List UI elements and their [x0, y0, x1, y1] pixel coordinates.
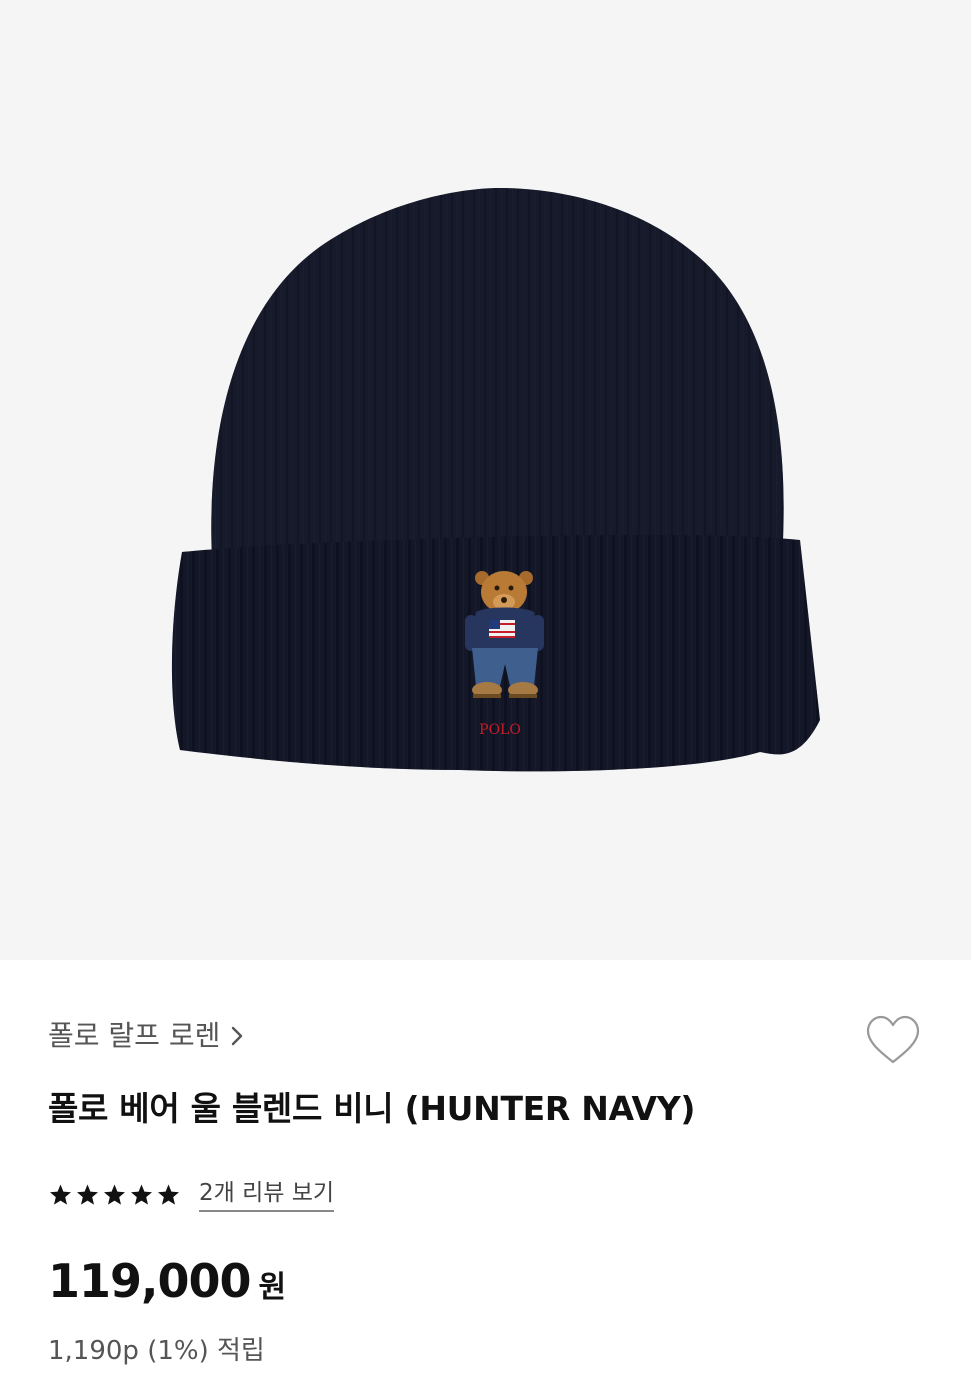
chevron-right-icon	[232, 1026, 243, 1046]
star-icon	[50, 1184, 71, 1205]
wishlist-button[interactable]	[864, 1014, 922, 1068]
star-icon	[158, 1184, 179, 1205]
beanie-illustration: POLO	[171, 188, 820, 772]
review-link[interactable]: 2개 리뷰 보기	[199, 1177, 335, 1212]
product-detail-page: POLO 폴로 랄프 로렌 폴로 베어 울 블렌드 비니 (HUNTER NAV…	[0, 0, 971, 1388]
product-image[interactable]: POLO	[0, 0, 971, 960]
price-unit: 원	[258, 1270, 287, 1305]
price-value: 119,000	[48, 1254, 252, 1308]
price: 119,000 원	[48, 1254, 286, 1308]
reward-points: 1,190p (1%) 적립	[48, 1336, 265, 1366]
star-icon	[131, 1184, 152, 1205]
heart-outline-icon	[866, 1015, 920, 1064]
rating-stars	[48, 1183, 181, 1207]
star-icon	[77, 1184, 98, 1205]
polo-logo-text: POLO	[479, 722, 521, 738]
product-title: 폴로 베어 울 블렌드 비니 (HUNTER NAVY)	[48, 1089, 696, 1128]
brand-name: 폴로 랄프 로렌	[48, 1019, 221, 1052]
rating-row: 2개 리뷰 보기	[48, 1177, 335, 1212]
star-icon	[104, 1184, 125, 1205]
brand-link[interactable]: 폴로 랄프 로렌	[48, 1016, 244, 1056]
